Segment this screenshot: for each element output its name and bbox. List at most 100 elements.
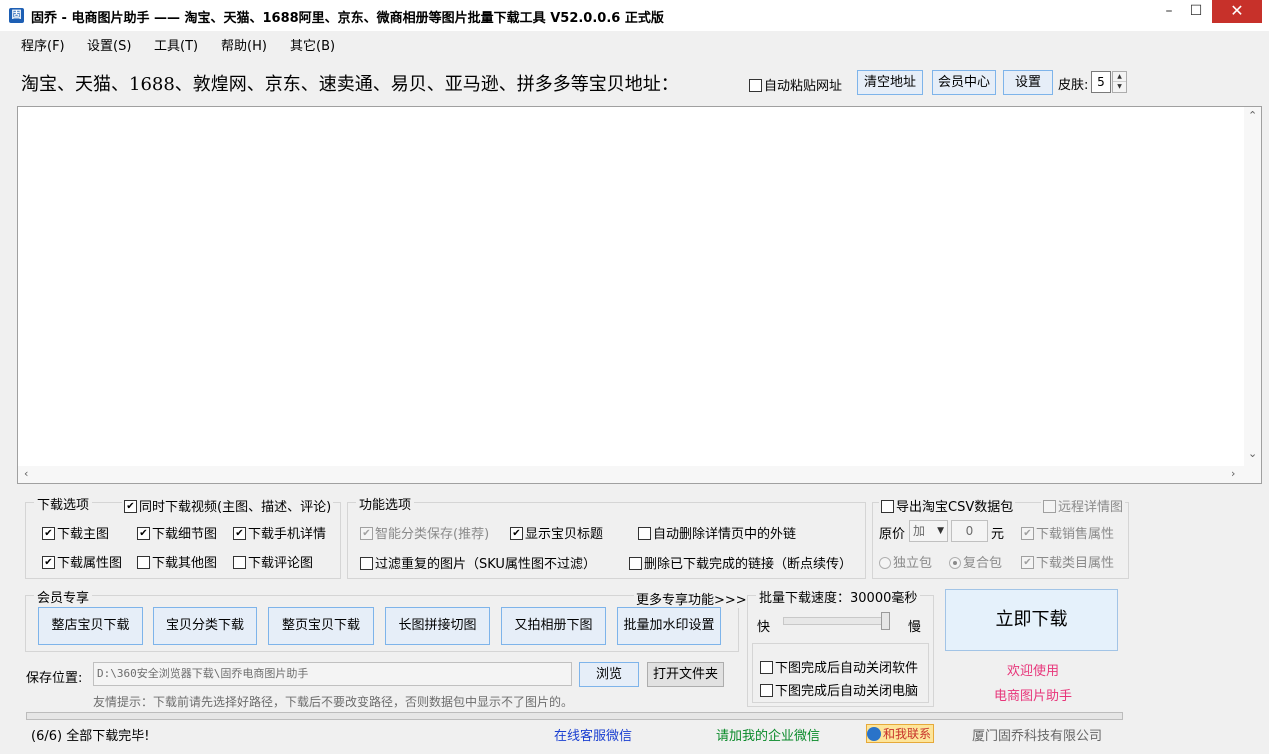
browse-button[interactable]: 浏览	[579, 662, 639, 687]
auto-paste-checkbox[interactable]	[749, 79, 762, 92]
auto-paste-option[interactable]: 自动粘贴网址	[749, 75, 842, 94]
vertical-scrollbar[interactable]: ⌃ ⌄	[1244, 107, 1261, 466]
scroll-up-icon[interactable]: ⌃	[1248, 109, 1257, 122]
menu-other[interactable]: 其它(B)	[290, 35, 335, 54]
menu-help[interactable]: 帮助(H)	[221, 35, 267, 54]
whole-shop-download-button[interactable]: 整店宝贝下载	[38, 607, 143, 645]
download-now-button[interactable]: 立即下载	[945, 589, 1118, 651]
more-features-link[interactable]: 更多专享功能>>>	[634, 589, 749, 608]
enterprise-wechat-link[interactable]: 请加我的企业微信	[716, 725, 820, 744]
save-path-input[interactable]: D:\360安全浏览器下载\固乔电商图片助手	[93, 662, 572, 686]
close-button[interactable]: ✕	[1212, 0, 1262, 23]
settings-button[interactable]: 设置	[1003, 70, 1053, 95]
close-app-option[interactable]: 下图完成后自动关闭软件	[760, 657, 918, 676]
speed-slider-thumb[interactable]	[881, 612, 890, 630]
online-service-link[interactable]: 在线客服微信	[554, 725, 632, 744]
scroll-left-icon[interactable]: ‹	[24, 467, 28, 480]
download-review-option[interactable]: 下载评论图	[233, 552, 313, 571]
spin-up-icon[interactable]: ▲	[1113, 72, 1126, 82]
contact-me-label: 和我联系	[883, 727, 932, 741]
scroll-down-icon[interactable]: ⌄	[1248, 447, 1257, 460]
app-icon: 固	[9, 8, 24, 23]
combo-pack-label: 复合包	[963, 556, 1003, 571]
close-app-checkbox[interactable]	[760, 661, 773, 674]
horizontal-scrollbar[interactable]: ‹ ›	[18, 466, 1261, 483]
title-bar: 固 固乔 - 电商图片助手 —— 淘宝、天猫、1688阿里、京东、微商相册等图片…	[0, 0, 1269, 31]
member-title: 会员专享	[34, 587, 93, 606]
single-pack-radio[interactable]	[879, 557, 891, 569]
csv-options-group: 导出淘宝CSV数据包 远程详情图 原价 加▼ 0 元 下载销售属性 独立包 复合…	[872, 496, 1129, 579]
skin-input[interactable]: 5	[1091, 71, 1111, 93]
combo-pack-radio[interactable]	[949, 557, 961, 569]
long-image-stitch-button[interactable]: 长图拼接切图	[385, 607, 490, 645]
remote-detail-label: 远程详情图	[1058, 500, 1124, 515]
download-other-checkbox[interactable]	[137, 556, 150, 569]
delete-done-option[interactable]: 删除已下载完成的链接（断点续传）	[629, 553, 852, 572]
download-mobile-checkbox[interactable]	[233, 527, 246, 540]
menu-tools[interactable]: 工具(T)	[154, 35, 198, 54]
url-label: 淘宝、天猫、1688、敦煌网、京东、速卖通、易贝、亚马逊、拼多多等宝贝地址：	[21, 74, 679, 95]
filter-duplicate-option[interactable]: 过滤重复的图片（SKU属性图不过滤）	[360, 553, 596, 572]
speed-fast-label: 快	[757, 620, 771, 635]
download-other-option[interactable]: 下载其他图	[137, 552, 217, 571]
download-mobile-option[interactable]: 下载手机详情	[233, 523, 326, 542]
delete-done-checkbox[interactable]	[629, 557, 642, 570]
maximize-button[interactable]: ☐	[1182, 0, 1210, 23]
download-main-option[interactable]: 下载主图	[42, 523, 109, 542]
speed-slider-track[interactable]	[783, 617, 890, 625]
price-operator-select[interactable]: 加 ▼	[909, 520, 948, 542]
delete-done-label: 删除已下载完成的链接（断点续传）	[644, 557, 853, 572]
export-csv-label: 导出淘宝CSV数据包	[896, 500, 1014, 515]
batch-watermark-button[interactable]: 批量加水印设置	[617, 607, 721, 645]
remove-links-checkbox[interactable]	[638, 527, 651, 540]
export-csv-option[interactable]: 导出淘宝CSV数据包	[879, 496, 1016, 515]
remote-detail-option[interactable]: 远程详情图	[1041, 496, 1126, 515]
speed-title: 批量下载速度：30000毫秒	[756, 587, 921, 606]
smart-save-checkbox[interactable]	[360, 527, 373, 540]
sales-attr-checkbox[interactable]	[1021, 527, 1034, 540]
download-attr-option[interactable]: 下载属性图	[42, 552, 122, 571]
single-pack-option[interactable]: 独立包	[879, 552, 932, 571]
contact-me-button[interactable]: 和我联系	[866, 724, 935, 743]
remove-links-option[interactable]: 自动删除详情页中的外链	[638, 523, 796, 542]
download-review-label: 下载评论图	[248, 556, 314, 571]
download-review-checkbox[interactable]	[233, 556, 246, 569]
minimize-button[interactable]: –	[1154, 0, 1184, 23]
whole-page-download-button[interactable]: 整页宝贝下载	[268, 607, 374, 645]
download-video-checkbox[interactable]	[124, 500, 137, 513]
spin-down-icon[interactable]: ▼	[1113, 82, 1126, 92]
category-attr-checkbox[interactable]	[1021, 556, 1034, 569]
download-main-checkbox[interactable]	[42, 527, 55, 540]
download-detail-option[interactable]: 下载细节图	[137, 523, 217, 542]
sales-attr-option[interactable]: 下载销售属性	[1021, 523, 1114, 542]
close-pc-checkbox[interactable]	[760, 684, 773, 697]
remove-links-label: 自动删除详情页中的外链	[653, 527, 797, 542]
open-folder-button[interactable]: 打开文件夹	[647, 662, 724, 687]
show-title-checkbox[interactable]	[510, 527, 523, 540]
remote-detail-checkbox[interactable]	[1043, 500, 1056, 513]
download-video-option[interactable]: 同时下载视频(主图、描述、评论)	[122, 496, 334, 515]
close-pc-label: 下图完成后自动关闭电脑	[775, 684, 919, 699]
download-attr-checkbox[interactable]	[42, 556, 55, 569]
member-center-button[interactable]: 会员中心	[932, 70, 996, 95]
category-attr-option[interactable]: 下载类目属性	[1021, 552, 1114, 571]
menu-settings[interactable]: 设置(S)	[87, 35, 131, 54]
menu-program[interactable]: 程序(F)	[21, 35, 65, 54]
clear-address-button[interactable]: 清空地址	[857, 70, 923, 95]
price-value-input[interactable]: 0	[951, 520, 988, 542]
scroll-right-icon[interactable]: ›	[1231, 467, 1235, 480]
combo-pack-option[interactable]: 复合包	[949, 552, 1002, 571]
skin-spinner[interactable]: ▲ ▼	[1112, 71, 1127, 93]
show-title-option[interactable]: 显示宝贝标题	[510, 523, 603, 542]
filter-duplicate-checkbox[interactable]	[360, 557, 373, 570]
url-textarea[interactable]: ⌃ ⌄ ‹ ›	[17, 106, 1262, 484]
youpai-album-download-button[interactable]: 又拍相册下图	[501, 607, 606, 645]
close-pc-option[interactable]: 下图完成后自动关闭电脑	[760, 680, 918, 699]
export-csv-checkbox[interactable]	[881, 500, 894, 513]
download-detail-checkbox[interactable]	[137, 527, 150, 540]
function-options-title: 功能选项	[356, 494, 415, 513]
category-download-button[interactable]: 宝贝分类下载	[153, 607, 257, 645]
function-options-group: 功能选项 智能分类保存(推荐) 显示宝贝标题 自动删除详情页中的外链 过滤重复的…	[347, 494, 866, 579]
smart-save-option[interactable]: 智能分类保存(推荐)	[360, 523, 489, 542]
price-label: 原价	[879, 527, 906, 542]
